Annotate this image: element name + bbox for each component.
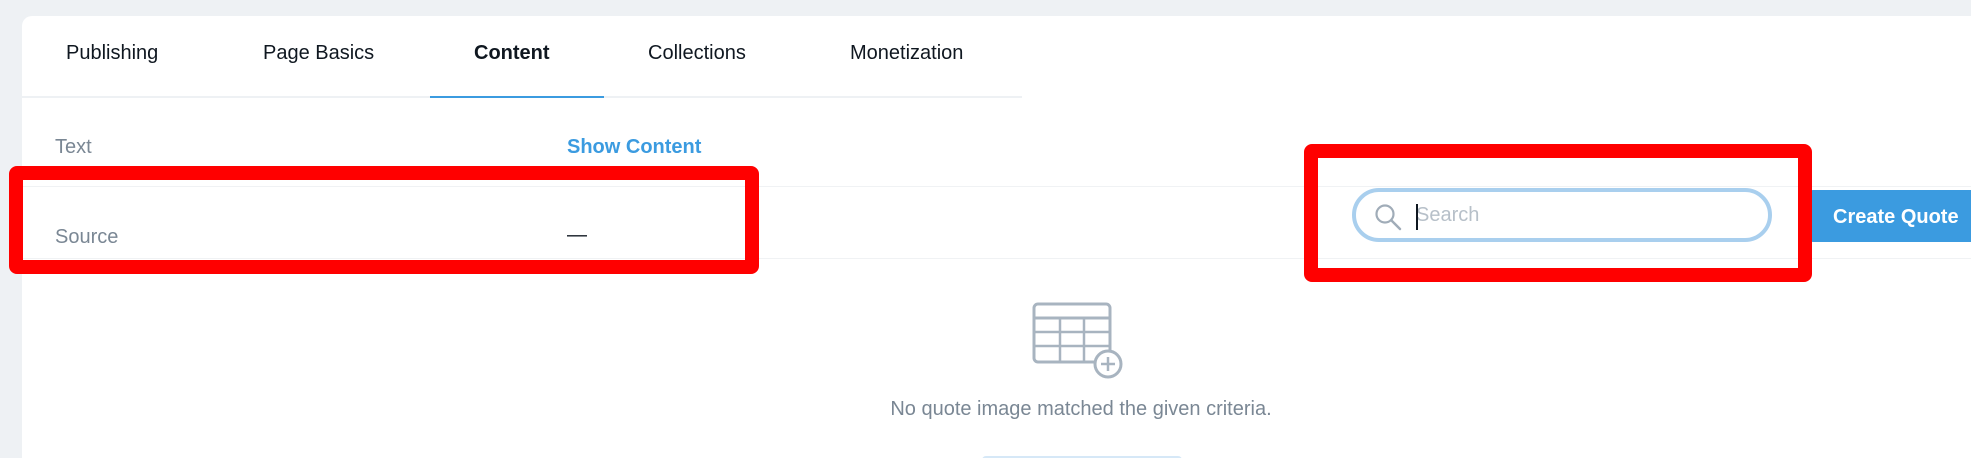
text-label: Text [55,136,92,158]
empty-state-message: No quote image matched the given criteri… [890,398,1272,420]
show-content-link[interactable]: Show Content [567,136,701,159]
highlight-search-box [1304,144,1812,282]
tab-monetization[interactable]: Monetization [850,42,963,65]
highlight-source-row [9,166,759,274]
table-add-icon [1032,302,1128,394]
active-tab-indicator [430,96,604,98]
tab-content[interactable]: Content [474,42,550,65]
tab-bar: Publishing Page Basics Content Collectio… [22,16,1971,98]
tab-collections[interactable]: Collections [648,42,746,65]
create-quote-button[interactable]: Create Quote [1809,190,1971,242]
tab-page-basics[interactable]: Page Basics [263,42,374,65]
tab-publishing[interactable]: Publishing [66,42,158,65]
